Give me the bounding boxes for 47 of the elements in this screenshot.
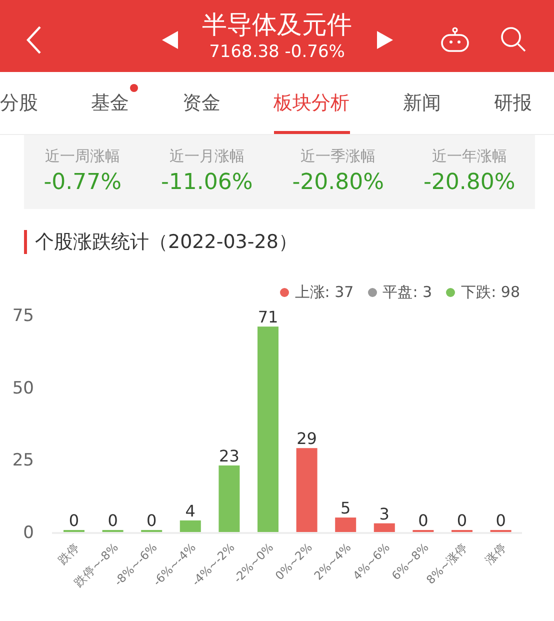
robot-icon[interactable] [440,27,470,53]
index-quote: 7168.38 -0.76% [209,42,345,62]
bar-value-label: 3 [379,504,390,524]
bar-value-label: 23 [219,446,240,466]
bar [218,465,240,532]
search-icon[interactable] [500,26,526,52]
header-title: 半导体及元件 [202,10,352,40]
bar [374,523,395,532]
triangle-left-icon[interactable] [162,31,178,49]
bar-value-label: 5 [340,498,351,518]
y-tick-label: 75 [12,306,34,326]
tab[interactable]: 研报 [494,72,532,134]
stat-value: -0.77% [44,170,122,195]
stat-label: 近一月涨幅 [169,147,244,166]
bar [180,520,201,532]
stat-value: -20.80% [423,170,516,195]
stat-label: 近一年涨幅 [432,147,507,166]
stat-label: 近一季涨幅 [300,147,376,166]
legend-label: 平盘: 3 [382,283,432,302]
stat-value: -20.80% [292,170,384,195]
section-title: 个股涨跌统计（2022-03-28） [35,230,298,255]
bar-value-label: 0 [108,511,118,530]
tab[interactable]: 新闻 [402,72,441,134]
x-category-label: 涨停 [482,540,509,568]
y-tick-label: 25 [12,450,34,471]
tab[interactable]: 分股 [0,72,38,134]
y-tick-label: 50 [12,378,34,398]
bar-value-label: 0 [146,511,157,530]
bar-value-label: 71 [258,308,278,327]
tab[interactable]: 基金 [91,72,130,134]
bar-value-label: 29 [296,429,317,448]
tab[interactable]: 资金 [182,72,220,134]
stat-label: 近一周涨幅 [45,147,120,166]
bar [335,518,356,532]
bar-value-label: 4 [185,501,196,520]
x-category-label: 跌停 [55,540,82,568]
section-marker [24,230,27,254]
legend-label: 下跌: 98 [461,283,520,302]
back-icon[interactable] [25,25,43,55]
y-tick-label: 0 [23,523,34,543]
stat-value: -11.06% [160,170,253,195]
bar-value-label: 0 [418,511,428,530]
bar-value-label: 0 [496,511,506,530]
bar-value-label: 0 [68,511,80,530]
bar-value-label: 0 [456,511,468,530]
triangle-right-icon[interactable] [377,31,393,49]
legend-label: 上涨: 37 [294,283,354,302]
